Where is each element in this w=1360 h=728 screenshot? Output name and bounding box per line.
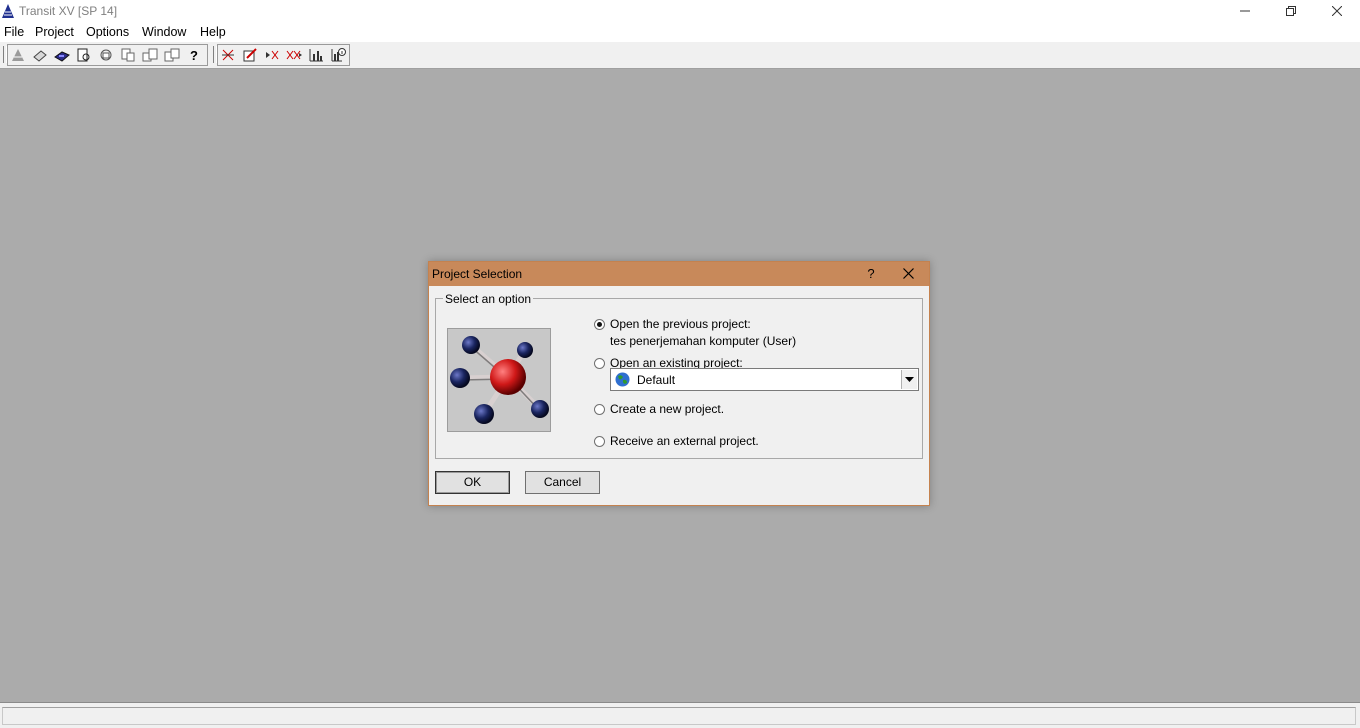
dialog-title: Project Selection: [432, 267, 523, 281]
close-icon: [1332, 6, 1342, 16]
menu-project[interactable]: Project: [35, 25, 74, 39]
step-double-icon[interactable]: [285, 46, 303, 64]
transit-logo-icon: [2, 4, 14, 18]
molecule-image: [447, 328, 551, 432]
restore-button[interactable]: [1268, 0, 1314, 22]
project-dropdown-value: Default: [637, 373, 676, 387]
copy2-icon[interactable]: [141, 46, 159, 64]
menu-options[interactable]: Options: [86, 25, 129, 39]
project-selection-dialog: Project Selection ? Select an option Ope…: [428, 261, 930, 506]
toolbar: ?: [0, 42, 1360, 69]
flow-icon[interactable]: [219, 46, 237, 64]
title-bar: Transit XV [SP 14]: [0, 0, 1360, 22]
eraser-icon[interactable]: [31, 46, 49, 64]
radio-open-existing[interactable]: [594, 358, 605, 369]
menu-file[interactable]: File: [4, 25, 24, 39]
minimize-button[interactable]: [1222, 0, 1268, 22]
copy-icon[interactable]: [119, 46, 137, 64]
molecule-icon: [450, 336, 549, 424]
create-new-label[interactable]: Create a new project.: [610, 402, 724, 416]
triangle-icon[interactable]: [9, 46, 27, 64]
radio-create-new[interactable]: [594, 404, 605, 415]
status-bar: [0, 702, 1360, 728]
dialog-help-button[interactable]: ?: [854, 262, 888, 286]
bar-chart-icon[interactable]: [307, 46, 325, 64]
dropdown-button[interactable]: [901, 370, 917, 389]
menu-bar: File Project Options Window Help: [0, 22, 1360, 42]
minimize-icon: [1240, 10, 1250, 12]
window-title: Transit XV [SP 14]: [19, 4, 118, 18]
radio-open-previous[interactable]: [594, 319, 605, 330]
menu-help[interactable]: Help: [200, 25, 226, 39]
chevron-down-icon: [905, 377, 914, 382]
previous-project-name: tes penerjemahan komputer (User): [610, 334, 797, 348]
step-forward-icon[interactable]: [263, 46, 281, 64]
open-previous-label[interactable]: Open the previous project:: [610, 317, 751, 331]
help-icon[interactable]: ?: [185, 46, 203, 64]
project-dropdown[interactable]: Default: [610, 368, 919, 391]
restore-icon: [1286, 6, 1296, 16]
bar-chart-info-icon[interactable]: [329, 46, 347, 64]
view-icon[interactable]: [75, 46, 93, 64]
radio-receive-external[interactable]: [594, 436, 605, 447]
status-panel: [2, 707, 1356, 725]
disk-icon[interactable]: [53, 46, 71, 64]
globe-icon: [615, 372, 630, 387]
group-label: Select an option: [443, 292, 534, 306]
close-button[interactable]: [1314, 0, 1360, 22]
select-option-group: Select an option Open the previous proje…: [435, 292, 923, 459]
svg-text:?: ?: [190, 48, 198, 63]
ok-button[interactable]: OK: [435, 471, 510, 494]
edit-icon[interactable]: [241, 46, 259, 64]
close-icon: [903, 268, 914, 279]
cancel-button[interactable]: Cancel: [525, 471, 600, 494]
copy3-icon[interactable]: [163, 46, 181, 64]
dialog-title-bar[interactable]: Project Selection ?: [429, 262, 929, 286]
menu-window[interactable]: Window: [142, 25, 186, 39]
receive-external-label[interactable]: Receive an external project.: [610, 434, 759, 448]
dialog-close-button[interactable]: [888, 262, 929, 286]
rotate-icon[interactable]: [97, 46, 115, 64]
